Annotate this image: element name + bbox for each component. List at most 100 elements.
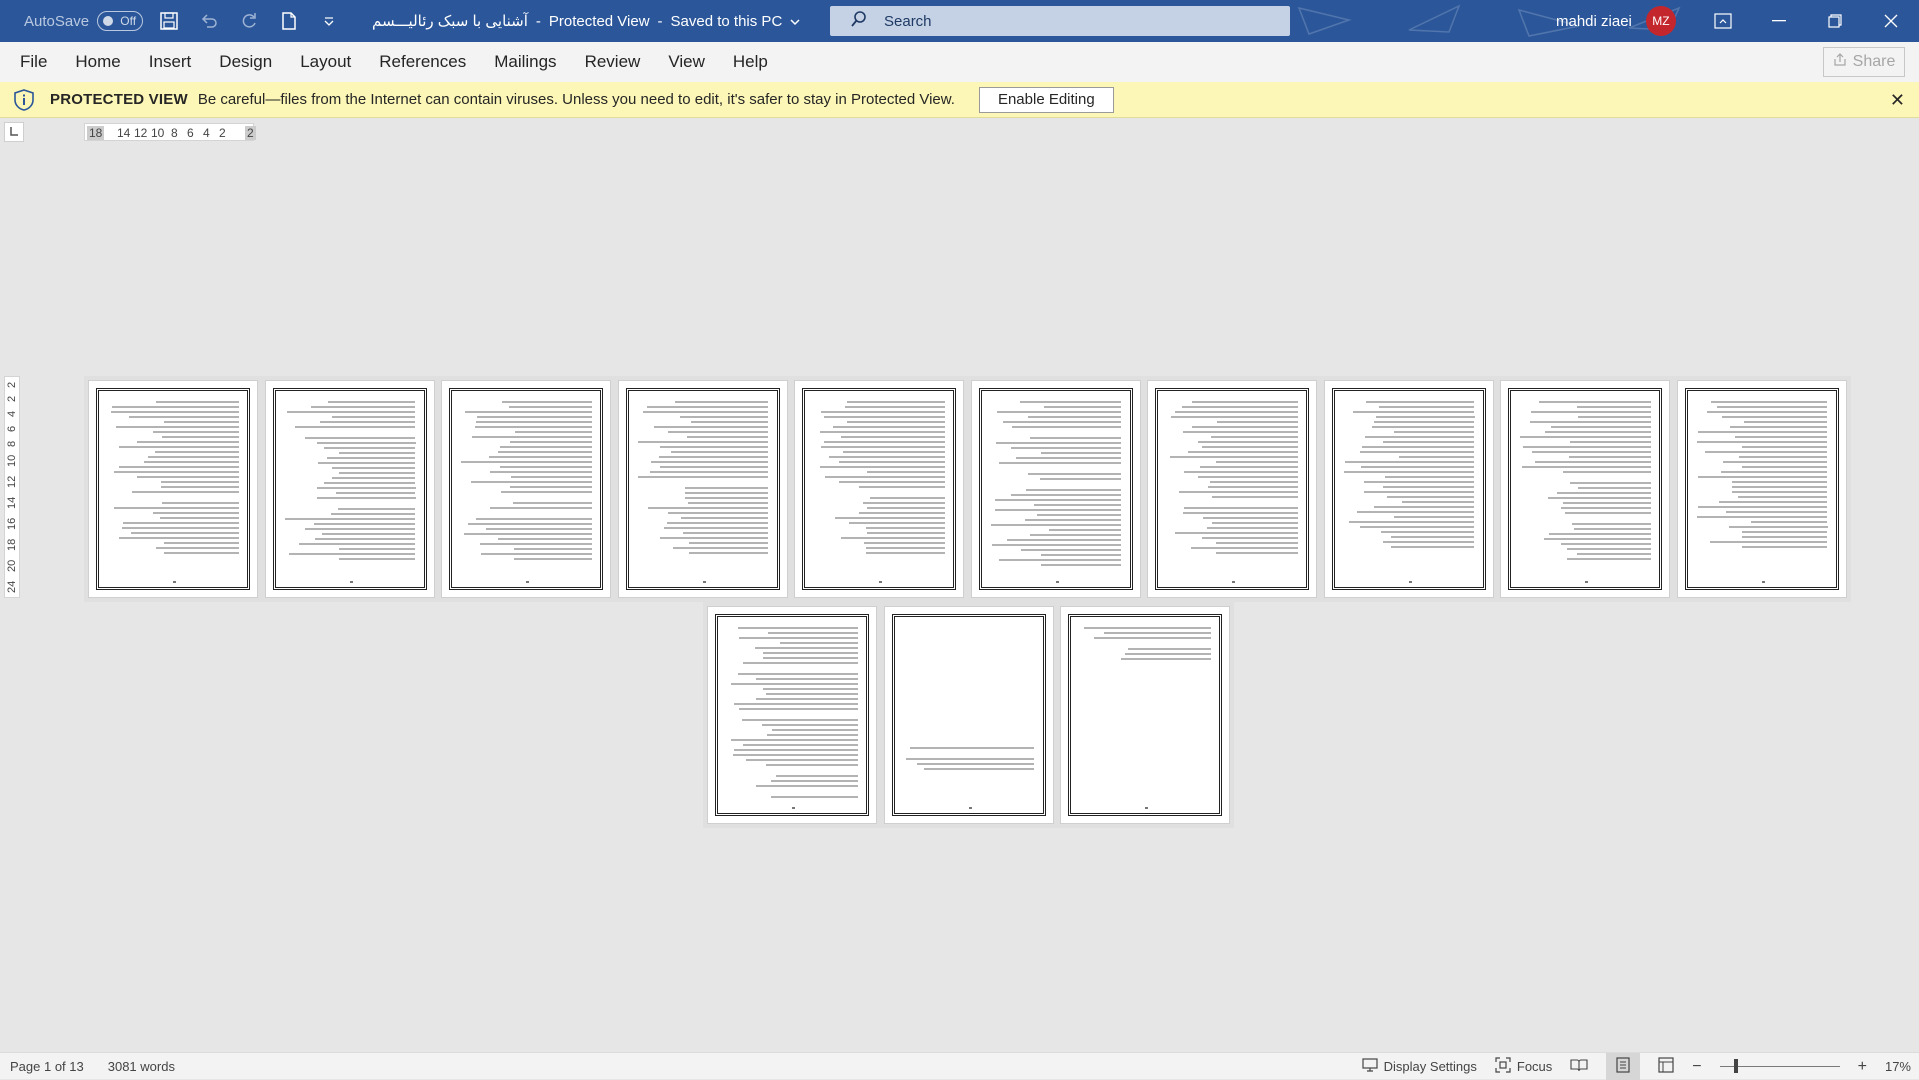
autosave-switch[interactable]: Off <box>97 11 144 31</box>
avatar[interactable]: MZ <box>1645 6 1676 36</box>
text-line <box>498 451 592 453</box>
text-line <box>1698 476 1828 478</box>
document-page[interactable] <box>1060 606 1230 824</box>
tab-design[interactable]: Design <box>205 42 286 82</box>
text-line <box>1383 486 1475 488</box>
text-line <box>510 486 592 488</box>
document-page[interactable] <box>617 380 788 598</box>
account-area[interactable]: mahdi ziaei MZ <box>1556 0 1676 42</box>
text-line <box>674 401 769 403</box>
text-line <box>1343 471 1475 473</box>
text-line <box>762 652 858 654</box>
text-line <box>338 472 416 474</box>
text-line <box>1521 466 1651 468</box>
text-line <box>1183 431 1298 433</box>
save-icon[interactable] <box>155 7 183 35</box>
ruler-tick: 12 <box>134 126 148 140</box>
text-line <box>1728 526 1828 528</box>
text-line <box>824 476 945 478</box>
text-line <box>690 421 769 423</box>
text-line <box>1210 436 1298 438</box>
document-page[interactable] <box>1147 380 1317 598</box>
ruler-tick: 14 <box>6 496 18 510</box>
text-line <box>994 509 1122 511</box>
tab-home[interactable]: Home <box>61 42 134 82</box>
text-line <box>847 421 945 423</box>
tab-review[interactable]: Review <box>571 42 655 82</box>
tab-mailings[interactable]: Mailings <box>480 42 570 82</box>
document-page[interactable] <box>1676 380 1847 598</box>
undo-icon[interactable] <box>195 7 223 35</box>
close-icon[interactable] <box>1863 0 1919 42</box>
page-indicator[interactable]: Page 1 of 13 <box>10 1059 84 1074</box>
page-number-mark <box>1761 581 1765 583</box>
protected-view-message: Be careful—files from the Internet can c… <box>197 91 955 108</box>
text-line <box>288 553 416 555</box>
text-line <box>1562 471 1651 473</box>
text-line <box>1732 486 1828 488</box>
tab-references[interactable]: References <box>365 42 480 82</box>
enable-editing-button[interactable]: Enable Editing <box>978 86 1114 113</box>
tab-insert[interactable]: Insert <box>135 42 206 82</box>
close-icon[interactable]: ✕ <box>1890 90 1905 111</box>
document-page[interactable] <box>794 380 964 598</box>
text-line <box>660 537 769 539</box>
text-line <box>163 542 239 544</box>
search-box[interactable]: Search <box>830 6 1290 36</box>
zoom-out-button[interactable]: − <box>1692 1058 1701 1076</box>
text-line <box>463 533 592 535</box>
text-line <box>1393 431 1475 433</box>
document-page[interactable] <box>264 380 435 598</box>
minimize-icon[interactable] <box>1751 0 1807 42</box>
vertical-ruler[interactable]: 24 20 18 16 14 12 10 8 6 4 2 2 <box>4 376 20 598</box>
document-page[interactable] <box>707 606 877 824</box>
ruler-tick: 4 <box>6 410 18 418</box>
text-line <box>490 471 592 473</box>
display-settings-button[interactable]: Display Settings <box>1362 1058 1477 1075</box>
document-page[interactable] <box>1323 380 1494 598</box>
new-document-icon[interactable] <box>275 7 303 35</box>
text-line <box>1696 516 1828 518</box>
document-page[interactable] <box>970 380 1141 598</box>
document-page[interactable] <box>441 380 611 598</box>
text-line <box>1569 456 1651 458</box>
ribbon-tabs: File Home Insert Design Layout Reference… <box>0 42 1919 82</box>
horizontal-ruler[interactable]: 18 14 12 10 8 6 4 2 2 <box>84 123 256 141</box>
tab-selector[interactable] <box>4 122 24 142</box>
document-page[interactable] <box>1500 380 1670 598</box>
customize-qat-icon[interactable] <box>315 7 343 35</box>
word-count[interactable]: 3081 words <box>108 1059 175 1074</box>
text-line <box>823 416 945 418</box>
tab-view[interactable]: View <box>654 42 719 82</box>
document-page[interactable] <box>88 380 258 598</box>
text-line <box>1201 446 1298 448</box>
share-button[interactable]: Share <box>1823 47 1905 77</box>
zoom-level[interactable]: 17% <box>1885 1059 1911 1074</box>
text-line <box>1202 517 1298 519</box>
text-line <box>737 627 858 629</box>
document-title[interactable]: آشنایی با سبک رئالیـــسم - Protected Vie… <box>372 0 800 42</box>
print-layout-icon[interactable] <box>1606 1053 1641 1080</box>
zoom-slider[interactable] <box>1719 1059 1840 1073</box>
page-number-mark <box>968 807 972 809</box>
restore-icon[interactable] <box>1807 0 1863 42</box>
tab-help[interactable]: Help <box>719 42 782 82</box>
text-line <box>316 487 416 489</box>
text-line <box>658 456 769 458</box>
text-line <box>1577 553 1651 555</box>
read-mode-icon[interactable] <box>1570 1058 1588 1075</box>
text-line <box>776 775 858 777</box>
ribbon-display-options-icon[interactable] <box>1695 0 1751 42</box>
page-number-mark <box>526 581 529 583</box>
redo-icon[interactable] <box>235 7 263 35</box>
document-page[interactable] <box>883 606 1054 824</box>
tab-layout[interactable]: Layout <box>286 42 365 82</box>
web-layout-icon[interactable] <box>1658 1057 1674 1076</box>
text-line <box>1208 486 1298 488</box>
autosave-toggle[interactable]: AutoSave Off <box>24 11 144 31</box>
tab-file[interactable]: File <box>0 42 61 82</box>
zoom-in-button[interactable]: + <box>1858 1058 1867 1076</box>
text-line <box>844 406 945 408</box>
text-line <box>647 406 769 408</box>
focus-button[interactable]: Focus <box>1495 1057 1552 1076</box>
